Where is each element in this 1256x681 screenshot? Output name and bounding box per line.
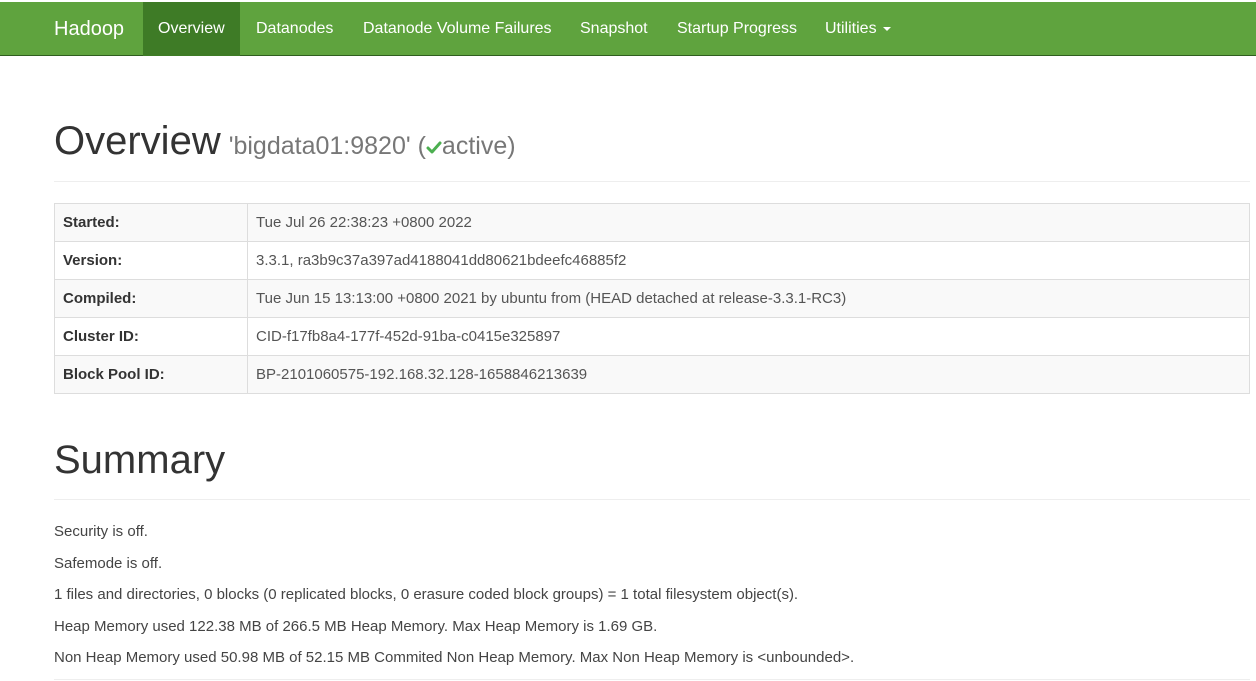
row-label-compiled: Compiled: (54, 279, 248, 318)
nav-datanode-volume-failures[interactable]: Datanode Volume Failures (363, 2, 552, 56)
table-row: Compiled: Tue Jun 15 13:13:00 +0800 2021… (54, 279, 1250, 318)
summary-heading: Summary (54, 438, 226, 482)
table-row: Started: Tue Jul 26 22:38:23 +0800 2022 (54, 203, 1250, 242)
nav-utilities-dropdown[interactable]: Utilities (825, 2, 891, 56)
brand-logo[interactable]: Hadoop (54, 2, 124, 56)
safemode-status: Safemode is off. (54, 555, 163, 572)
namenode-host: 'bigdata01:9820' (228, 132, 411, 160)
row-value-started: Tue Jul 26 22:38:23 +0800 2022 (247, 203, 1250, 242)
filesystem-objects-summary: 1 files and directories, 0 blocks (0 rep… (54, 586, 799, 603)
row-label-cluster-id: Cluster ID: (54, 317, 248, 356)
nav-datanodes[interactable]: Datanodes (256, 2, 333, 56)
nav-overview[interactable]: Overview (143, 2, 240, 56)
nav-startup-progress[interactable]: Startup Progress (677, 2, 797, 56)
status-paren-open: ( (417, 132, 426, 160)
heap-memory-summary: Heap Memory used 122.38 MB of 266.5 MB H… (54, 618, 658, 635)
page-title: Overview'bigdata01:9820' ( active) (54, 118, 516, 169)
summary-divider (54, 499, 1250, 500)
page-title-text: Overview (54, 119, 221, 163)
caret-down-icon (882, 26, 891, 31)
title-divider (54, 181, 1250, 182)
security-status: Security is off. (54, 523, 148, 540)
check-icon (426, 141, 442, 154)
bottom-divider (54, 679, 1250, 680)
top-navbar: Hadoop Overview Datanodes Datanode Volum… (0, 2, 1256, 56)
row-value-block-pool-id: BP-2101060575-192.168.32.128-16588462136… (247, 355, 1250, 394)
table-row: Block Pool ID: BP-2101060575-192.168.32.… (54, 355, 1250, 394)
status-text: active (441, 132, 508, 160)
row-value-compiled: Tue Jun 15 13:13:00 +0800 2021 by ubuntu… (247, 279, 1250, 318)
row-label-block-pool-id: Block Pool ID: (54, 355, 248, 394)
non-heap-memory-summary: Non Heap Memory used 50.98 MB of 52.15 M… (54, 649, 855, 666)
table-row: Version: 3.3.1, ra3b9c37a397ad4188041dd8… (54, 241, 1250, 280)
nav-snapshot[interactable]: Snapshot (580, 2, 648, 56)
row-value-version: 3.3.1, ra3b9c37a397ad4188041dd80621bdeef… (247, 241, 1250, 280)
status-paren-close: ) (507, 132, 516, 160)
row-label-started: Started: (54, 203, 248, 242)
overview-info-table: Started: Tue Jul 26 22:38:23 +0800 2022 … (54, 203, 1250, 394)
table-row: Cluster ID: CID-f17fb8a4-177f-452d-91ba-… (54, 317, 1250, 356)
namenode-status: 'bigdata01:9820' ( active) (229, 132, 516, 160)
row-label-version: Version: (54, 241, 248, 280)
row-value-cluster-id: CID-f17fb8a4-177f-452d-91ba-c0415e325897 (247, 317, 1250, 356)
nav-utilities-label: Utilities (825, 20, 877, 37)
